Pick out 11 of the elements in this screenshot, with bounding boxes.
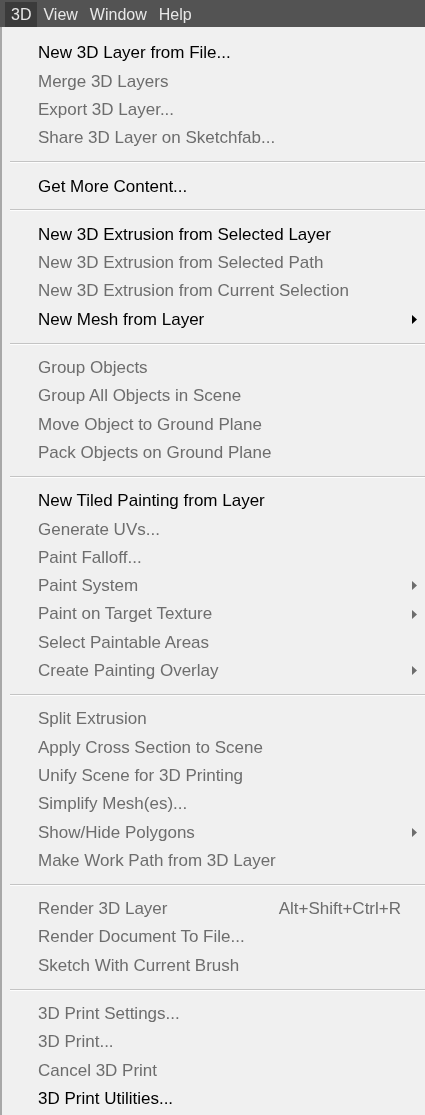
menu-item[interactable]: New Tiled Painting from Layer <box>10 486 425 516</box>
menu-bar-item[interactable]: View <box>37 2 84 27</box>
menu-bar-item[interactable]: Help <box>152 2 198 27</box>
menu-item[interactable]: New Mesh from Layer <box>10 305 425 334</box>
menu-bar-item[interactable]: Window <box>83 2 153 27</box>
menu-bar-item[interactable]: 3D <box>5 2 38 27</box>
menu-item[interactable]: Get More Content... <box>10 172 425 201</box>
menu-item[interactable]: 3D Print Utilities... <box>10 1084 425 1113</box>
menu-item[interactable]: New 3D Extrusion from Selected Layer <box>10 220 425 249</box>
shortcut-text: Alt+Shift+Ctrl+R <box>278 898 401 921</box>
menu-item[interactable]: New 3D Layer from File... <box>10 39 425 68</box>
